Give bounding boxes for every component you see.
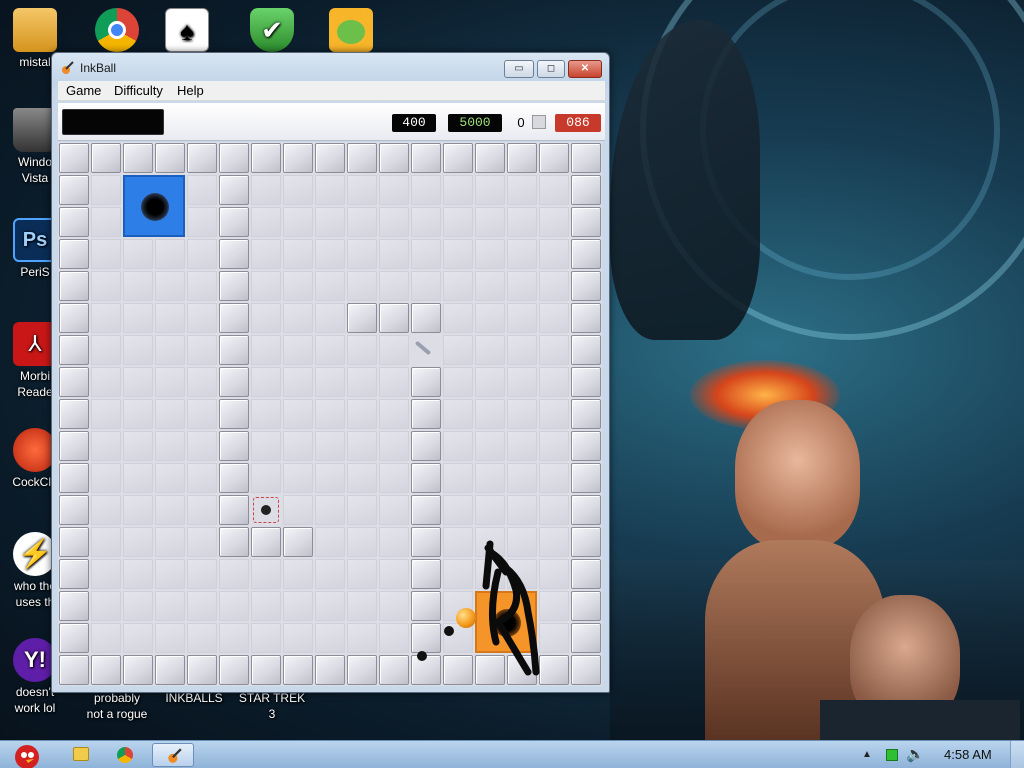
shield-icon: ✔ (250, 8, 294, 52)
ink-arrow-drawing (482, 540, 540, 676)
score-counter: 400 (392, 114, 436, 132)
desktop-icon-probably[interactable]: probably not a rogue (80, 690, 154, 722)
desktop-icon-label: Windo Vista (17, 155, 52, 185)
status-bar: 400 5000 0 086 (58, 103, 605, 141)
taskbar-explorer[interactable] (62, 743, 100, 767)
taskbar-clock[interactable]: 4:58 AM (944, 747, 992, 762)
desktop-icon-label: mistal (19, 55, 51, 69)
solitaire-icon: ♠ (165, 8, 209, 52)
tray-network-icon[interactable] (886, 749, 898, 761)
window-titlebar[interactable]: InkBall ▭ ◻ ✕ (52, 53, 609, 83)
timer-counter: 086 (555, 114, 601, 132)
minimize-button[interactable]: ▭ (504, 60, 534, 78)
desktop-icon-label: who the uses th (13, 579, 57, 609)
desktop-icon-shield[interactable]: ✔ (237, 8, 307, 54)
desktop-icon-label: Morbi Reade (17, 369, 53, 399)
desktop-icon-label: PeriS (20, 265, 50, 279)
menu-help[interactable]: Help (177, 83, 204, 98)
window-title: InkBall (80, 61, 117, 75)
desktop-icon-solitaire[interactable]: ♠ (152, 8, 222, 54)
folder-icon (13, 8, 57, 52)
taskbar: ▲ 🔈 4:58 AM (0, 740, 1024, 768)
chrome-icon (95, 8, 139, 52)
menu-difficulty[interactable]: Difficulty (114, 83, 163, 98)
target-score-counter: 5000 (448, 114, 502, 132)
desktop-icon-star-trek[interactable]: STAR TREK 3 (237, 690, 307, 722)
angry-bird-start-icon (15, 745, 39, 768)
game-board[interactable] (58, 142, 602, 686)
tray-expand-icon[interactable]: ▲ (862, 749, 872, 760)
maximize-button[interactable]: ◻ (537, 60, 565, 78)
desktop-icon-label: STAR TREK 3 (238, 691, 306, 721)
inkball-icon (168, 748, 182, 763)
desktop-icon-angry-birds[interactable] (316, 8, 386, 54)
balls-remaining-count: 0 (517, 115, 525, 130)
start-button[interactable] (4, 741, 50, 768)
desktop-icon-label: doesn't work lol (14, 685, 56, 715)
taskbar-chrome[interactable] (106, 743, 144, 767)
message-display (62, 109, 164, 135)
close-button[interactable]: ✕ (568, 60, 602, 78)
tray-volume-icon[interactable]: 🔈 (906, 745, 925, 763)
desktop-icon-chrome[interactable] (82, 8, 152, 54)
taskbar-inkball[interactable] (152, 743, 194, 767)
menu-bar: Game Difficulty Help (58, 81, 605, 101)
wallpaper-hooded-figure (610, 20, 760, 340)
show-desktop-button[interactable] (1010, 741, 1024, 768)
chrome-icon (117, 747, 133, 763)
menu-game[interactable]: Game (66, 83, 101, 98)
angry-birds-icon (329, 8, 373, 52)
desktop-icon-label: probably not a rogue (86, 691, 148, 721)
wallpaper-man-coat (820, 700, 1020, 740)
inkball-icon (62, 61, 74, 74)
explorer-icon (73, 747, 89, 761)
wallpaper-woman-face (735, 400, 860, 550)
ball-indicator-icon (532, 115, 546, 129)
desktop-icon-label: INKBALLS (165, 691, 223, 705)
